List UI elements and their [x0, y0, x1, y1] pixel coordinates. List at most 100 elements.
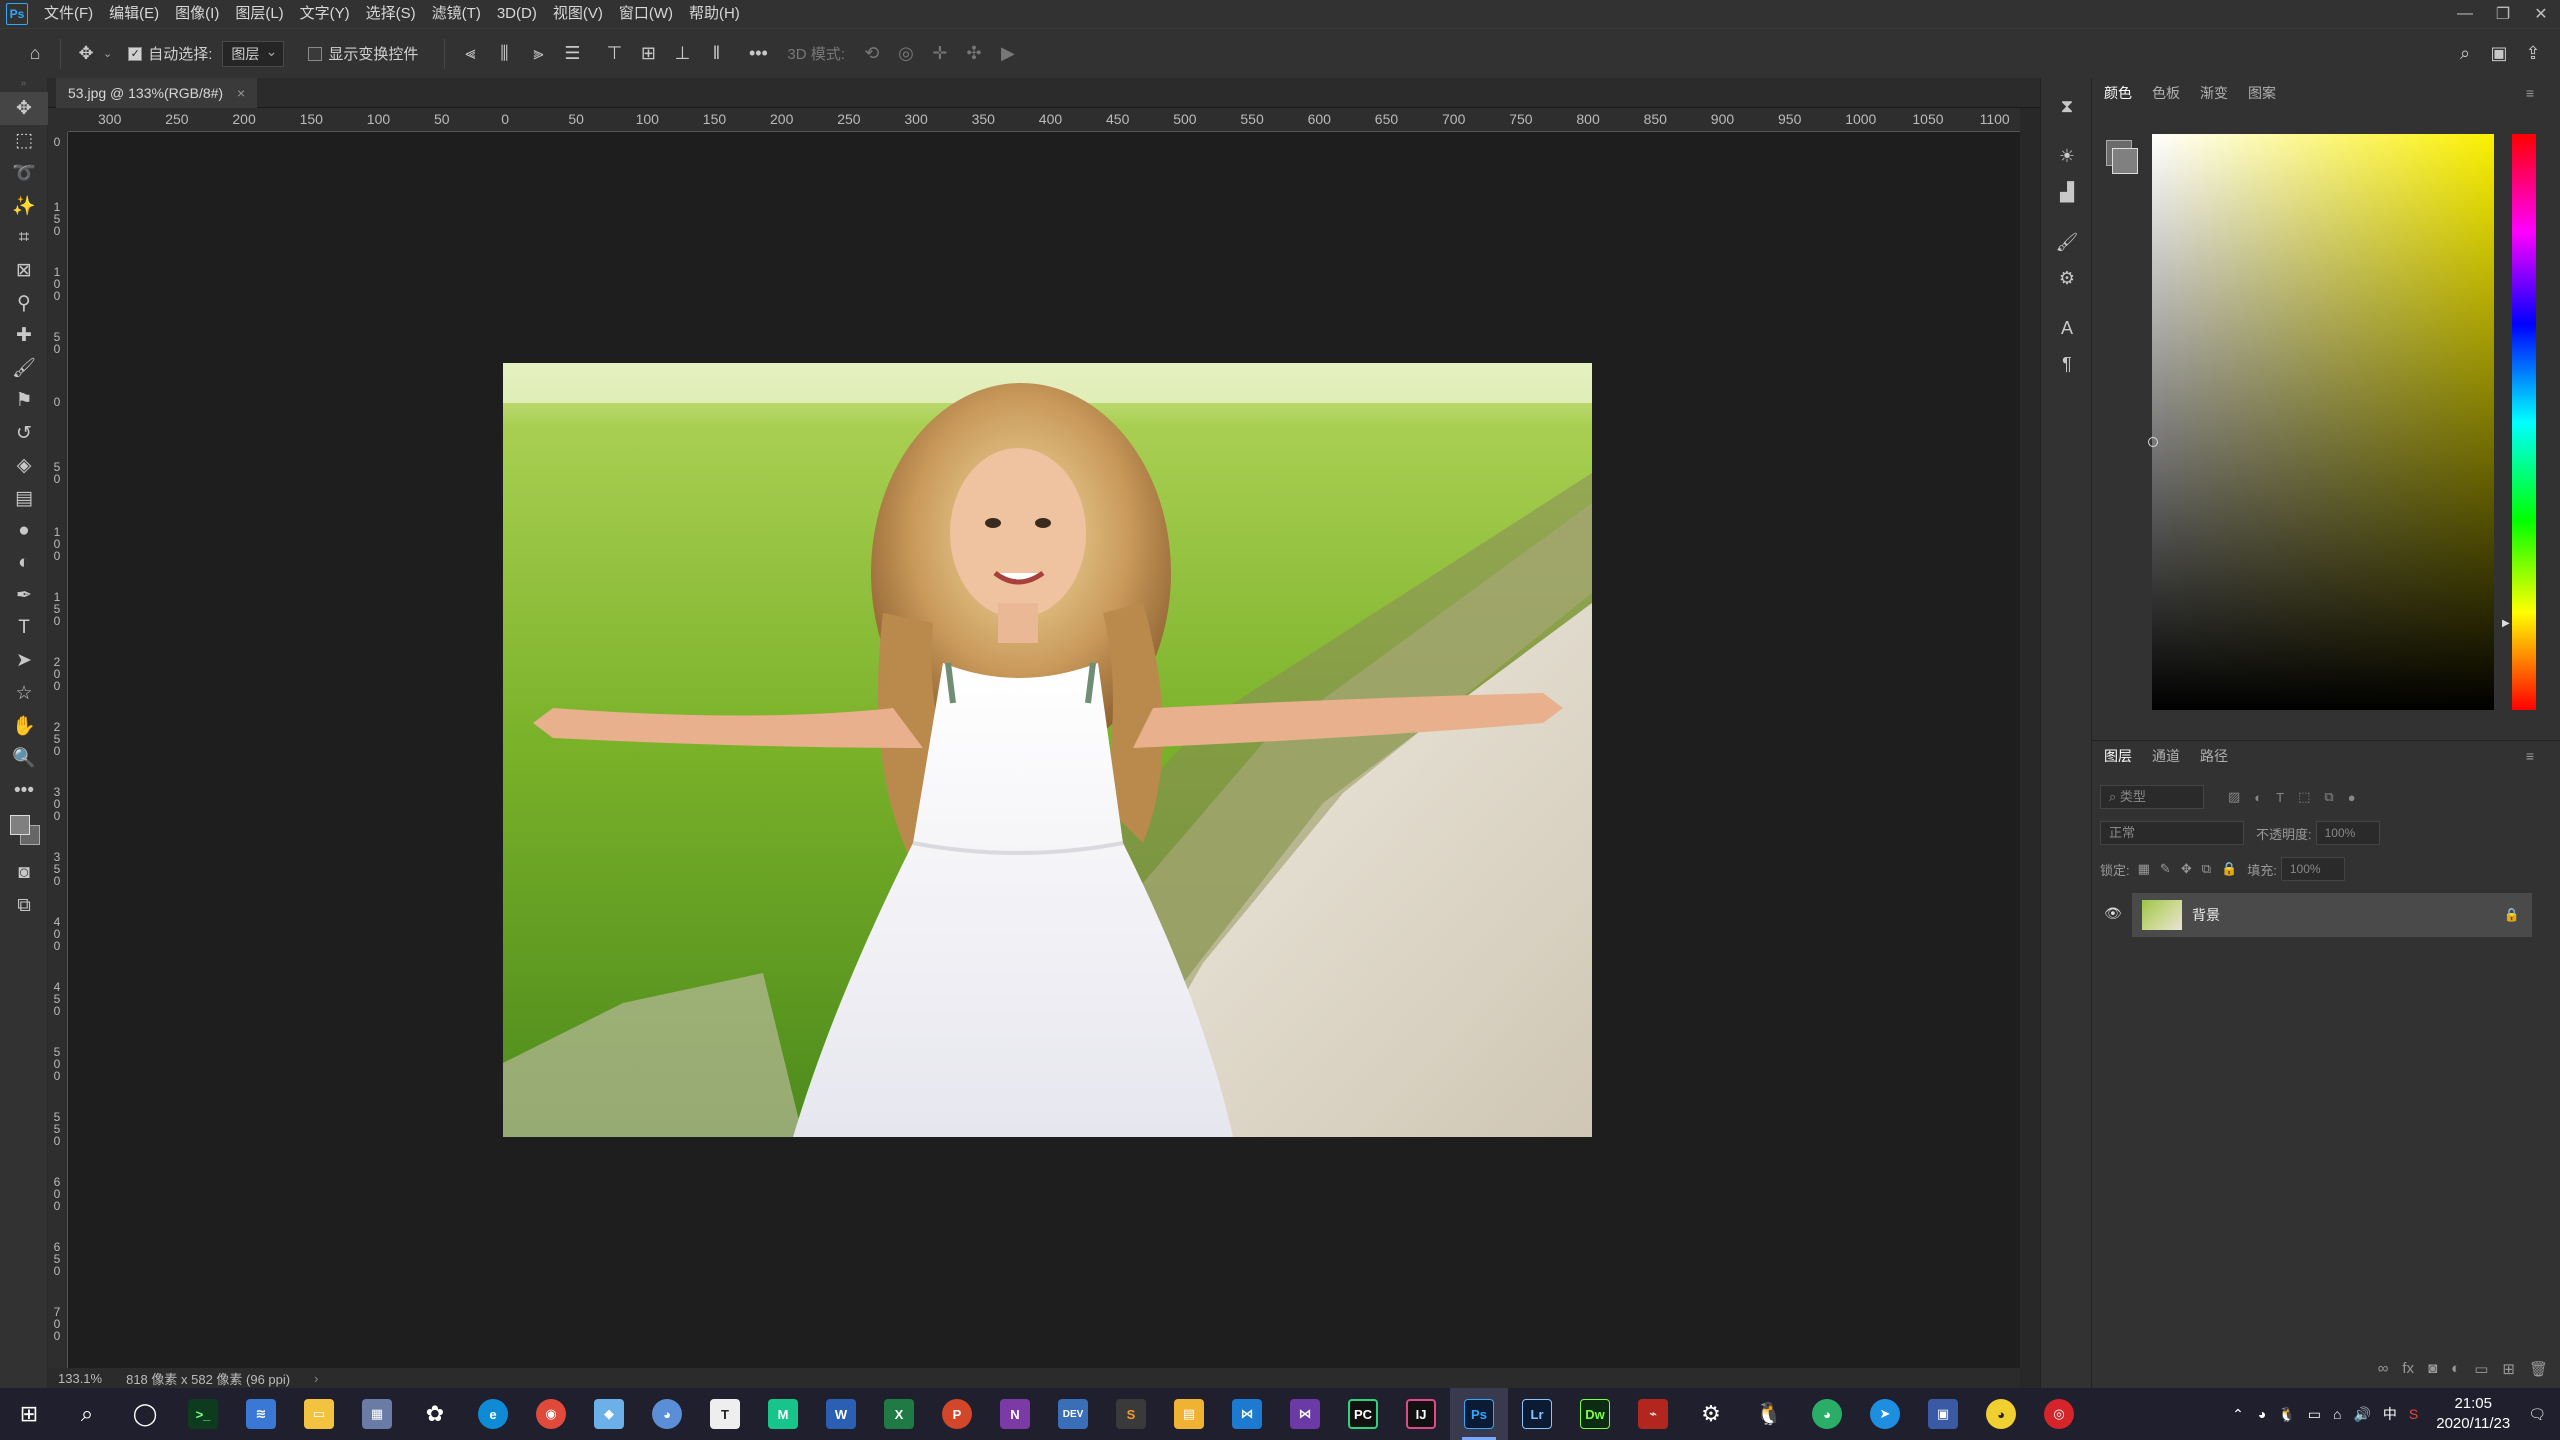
visual-studio-app-icon[interactable]: ⋈: [1276, 1388, 1334, 1440]
tab-channels[interactable]: 通道: [2152, 746, 2180, 766]
app-icon[interactable]: M: [754, 1388, 812, 1440]
search-icon[interactable]: ⌕: [2448, 37, 2482, 71]
show-transform-checkbox[interactable]: [308, 46, 323, 61]
tab-patterns[interactable]: 图案: [2248, 83, 2276, 103]
opacity-input[interactable]: 100%: [2315, 821, 2380, 845]
auto-select-target-dropdown[interactable]: 图层: [222, 39, 285, 67]
wechat-app-icon[interactable]: ◕: [1798, 1388, 1856, 1440]
healing-brush-tool-icon[interactable]: ✚: [0, 320, 48, 353]
powerpoint-app-icon[interactable]: P: [928, 1388, 986, 1440]
document-tab[interactable]: 53.jpg @ 133%(RGB/8#) ×: [56, 78, 258, 108]
camera-3d-icon[interactable]: ▶: [991, 37, 1025, 71]
ime-indicator[interactable]: 中: [2383, 1404, 2397, 1424]
hue-slider-handle[interactable]: ▶: [2502, 618, 2510, 629]
filter-smart-object-icon[interactable]: ⧉: [2324, 789, 2333, 805]
photoshop-app-icon[interactable]: Ps: [1450, 1388, 1508, 1440]
onenote-app-icon[interactable]: N: [986, 1388, 1044, 1440]
settings-app-icon[interactable]: ✿: [406, 1388, 464, 1440]
delete-layer-icon[interactable]: 🗑: [2529, 1360, 2548, 1378]
tray-wechat-icon[interactable]: ◕: [2258, 1406, 2266, 1422]
lasso-tool-icon[interactable]: ➰: [0, 157, 48, 190]
app-icon[interactable]: ▣: [1914, 1388, 1972, 1440]
notification-center-icon[interactable]: 🗨: [2528, 1406, 2546, 1423]
screen-mode-icon[interactable]: ⧉: [0, 890, 48, 923]
eraser-tool-icon[interactable]: ◈: [0, 450, 48, 483]
magic-wand-tool-icon[interactable]: ✨: [0, 190, 48, 223]
tray-qq-icon[interactable]: 🐧: [2278, 1406, 2295, 1423]
blend-mode-dropdown[interactable]: 正常: [2100, 821, 2244, 845]
crop-tool-icon[interactable]: ⌗: [0, 222, 48, 255]
sogou-ime-icon[interactable]: S: [2409, 1406, 2418, 1422]
excel-app-icon[interactable]: X: [870, 1388, 928, 1440]
filter-adjustment-icon[interactable]: ◐: [2254, 790, 2262, 805]
move-tool-icon[interactable]: ✥: [0, 92, 48, 125]
pan-3d-icon[interactable]: ✛: [923, 37, 957, 71]
terminal-app-icon[interactable]: >_: [174, 1388, 232, 1440]
menu-help[interactable]: 帮助(H): [681, 0, 748, 28]
panel-menu-icon[interactable]: ≡: [2526, 748, 2534, 764]
file-explorer-icon[interactable]: ▭: [290, 1388, 348, 1440]
distribute-h-icon[interactable]: ☰: [555, 37, 589, 71]
brushes-panel-icon[interactable]: 🖌: [2041, 224, 2093, 260]
foreground-color-swatch[interactable]: [2112, 148, 2138, 174]
lock-artboard-icon[interactable]: ⧉: [2202, 861, 2211, 877]
lock-all-icon[interactable]: 🔒: [2221, 861, 2237, 877]
quick-mask-icon[interactable]: ◙: [0, 857, 48, 890]
pen-tool-icon[interactable]: ✒: [0, 580, 48, 613]
network-icon[interactable]: ⌂: [2333, 1406, 2341, 1422]
edit-toolbar-icon[interactable]: •••: [0, 775, 48, 808]
new-adjustment-layer-icon[interactable]: ◐: [2451, 1360, 2460, 1378]
close-icon[interactable]: ✕: [2522, 0, 2560, 28]
dev-app-icon[interactable]: DEV: [1044, 1388, 1102, 1440]
menu-window[interactable]: 窗口(W): [611, 0, 681, 28]
volume-icon[interactable]: 🔊: [2353, 1406, 2370, 1423]
history-brush-tool-icon[interactable]: ↺: [0, 417, 48, 450]
tray-expand-chevron-icon[interactable]: ⌃: [2232, 1406, 2244, 1423]
dreamweaver-app-icon[interactable]: Dw: [1566, 1388, 1624, 1440]
panel-menu-icon[interactable]: ≡: [2526, 85, 2534, 101]
color-swatches[interactable]: [0, 807, 47, 857]
brush-tool-icon[interactable]: 🖌: [0, 352, 48, 385]
cortana-icon[interactable]: ◯: [116, 1388, 174, 1440]
character-panel-icon[interactable]: A: [2041, 310, 2093, 346]
acrobat-app-icon[interactable]: ⌁: [1624, 1388, 1682, 1440]
fill-input[interactable]: 100%: [2280, 857, 2345, 881]
roll-3d-icon[interactable]: ◎: [889, 37, 923, 71]
color-picker-field[interactable]: [2148, 134, 2494, 710]
type-tool-icon[interactable]: T: [0, 612, 48, 645]
qq-app-icon[interactable]: 🐧: [1740, 1388, 1798, 1440]
edge-browser-icon[interactable]: e: [464, 1388, 522, 1440]
document-image[interactable]: [503, 363, 1592, 1137]
app-icon[interactable]: ◕: [1972, 1388, 2030, 1440]
word-app-icon[interactable]: W: [812, 1388, 870, 1440]
hand-tool-icon[interactable]: ✋: [0, 710, 48, 743]
link-layers-icon[interactable]: ∞: [2378, 1360, 2389, 1378]
adjustments-panel-icon[interactable]: ☀: [2041, 138, 2093, 174]
hue-slider[interactable]: ▶: [2502, 134, 2536, 710]
intellij-app-icon[interactable]: IJ: [1392, 1388, 1450, 1440]
menu-3d[interactable]: 3D(D): [489, 0, 545, 28]
search-icon[interactable]: ⌕: [58, 1388, 116, 1440]
color-picker-marker[interactable]: [2148, 437, 2158, 447]
blur-tool-icon[interactable]: ●: [0, 515, 48, 548]
tab-gradients[interactable]: 渐变: [2200, 83, 2228, 103]
align-top-icon[interactable]: ⊤: [597, 37, 631, 71]
move-tool-preset-icon[interactable]: ✥: [69, 37, 103, 71]
system-clock[interactable]: 21:05 2020/11/23: [2436, 1394, 2510, 1434]
layer-name[interactable]: 背景: [2192, 905, 2220, 925]
home-icon[interactable]: ⌂: [18, 37, 52, 71]
eyedropper-tool-icon[interactable]: ⚲: [0, 287, 48, 320]
filter-toggle-icon[interactable]: ●: [2348, 790, 2356, 805]
netease-music-icon[interactable]: ◎: [2030, 1388, 2088, 1440]
history-panel-icon[interactable]: ⧗: [2041, 88, 2093, 124]
pycharm-app-icon[interactable]: PC: [1334, 1388, 1392, 1440]
status-menu-chevron-icon[interactable]: ›: [314, 1371, 318, 1386]
tab-paths[interactable]: 路径: [2200, 746, 2228, 766]
zoom-tool-icon[interactable]: 🔍: [0, 742, 48, 775]
chevron-down-icon[interactable]: ⌄: [103, 47, 112, 60]
restore-icon[interactable]: ❐: [2484, 0, 2522, 28]
app-icon[interactable]: ◕: [638, 1388, 696, 1440]
battery-icon[interactable]: ▭: [2308, 1406, 2321, 1423]
layer-filter-dropdown[interactable]: ⌕ 类型: [2100, 785, 2204, 809]
menu-view[interactable]: 视图(V): [545, 0, 611, 28]
